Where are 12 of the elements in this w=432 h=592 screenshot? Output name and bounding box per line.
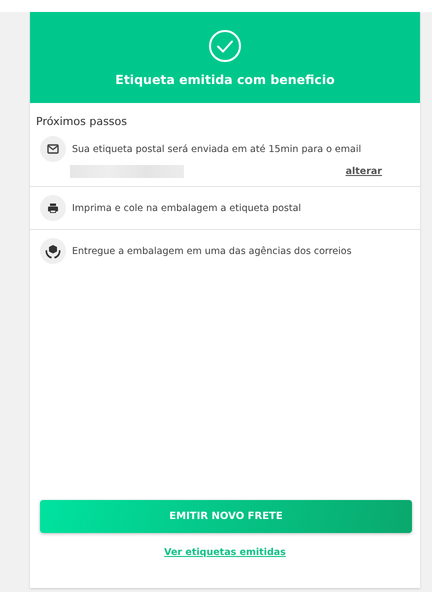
step-text: Imprima e cole na embalagem a etiqueta postal — [72, 202, 302, 214]
view-labels-link[interactable]: Ver etiquetas emitidas — [164, 547, 286, 558]
printer-icon — [40, 195, 66, 221]
check-circle-icon — [208, 28, 242, 62]
section-title: Próximos passos — [35, 114, 128, 128]
envelope-icon — [40, 136, 66, 162]
step-text: Entregue a embalagem em uma das agências dos correios — [72, 246, 352, 256]
new-shipment-button[interactable]: EMITIR NOVO FRETE — [40, 500, 412, 533]
change-link[interactable]: alterar — [346, 166, 382, 177]
step-text: Sua etiqueta postal será enviada em até 15min para o email — [72, 144, 362, 154]
box-in-hands-icon — [40, 238, 66, 264]
banner-title: Etiqueta emitida com beneficio — [115, 72, 335, 86]
